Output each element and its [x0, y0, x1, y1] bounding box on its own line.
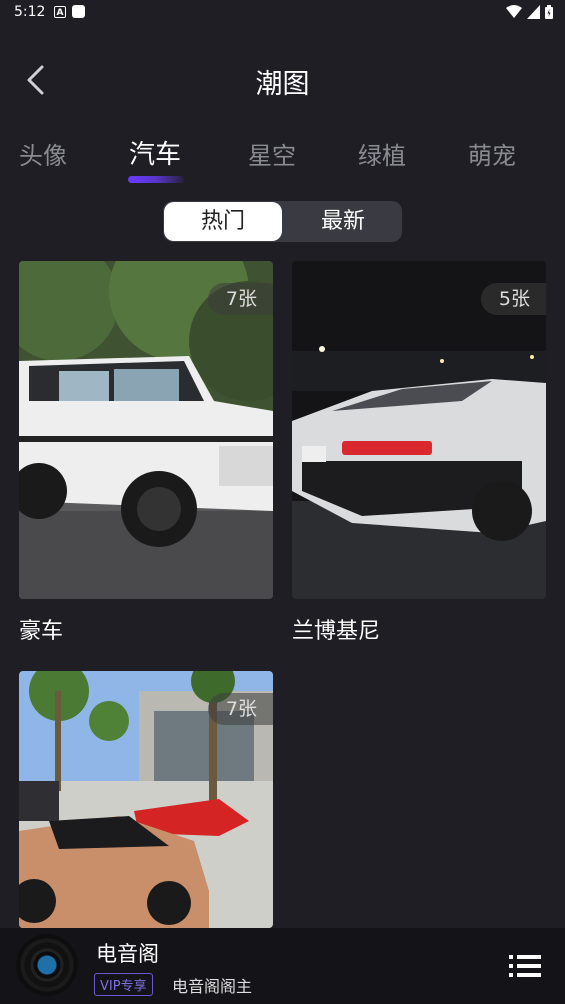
photo-count-badge: 5张 [480, 283, 546, 315]
status-bar: 5:12 A [0, 0, 565, 26]
category-tabs: 头像 汽车 星空 绿植 萌宠 [0, 136, 565, 192]
notification-a-icon: A [54, 6, 66, 18]
tab-pets[interactable]: 萌宠 [468, 136, 516, 171]
status-icons [506, 5, 553, 19]
photo-count-badge: 7张 [207, 283, 273, 315]
wifi-icon [506, 5, 522, 18]
playlist-icon[interactable] [509, 952, 541, 980]
segment-hot[interactable]: 热门 [164, 202, 282, 241]
app-header: 潮图 [0, 50, 565, 110]
tab-cars[interactable]: 汽车 [129, 134, 181, 171]
tab-starry-sky[interactable]: 星空 [248, 136, 296, 171]
album-title: 豪车 [19, 619, 64, 644]
song-title: 电音阁 [96, 942, 159, 966]
page-title: 潮图 [255, 69, 310, 100]
vinyl-disc-icon[interactable] [16, 934, 78, 996]
vip-badge: VIP专享 [94, 973, 153, 996]
album-title: 兰博基尼 [292, 619, 381, 644]
album-card-lamborghini[interactable]: 5张 兰博基尼 [292, 261, 546, 651]
album-card-luxury-car[interactable]: 7张 豪车 [19, 261, 273, 651]
active-tab-indicator [128, 176, 184, 183]
sort-segmented-control: 热门 最新 [163, 201, 402, 242]
mini-player[interactable]: 电音阁 VIP专享 电音阁阁主 [0, 928, 565, 1004]
photo-count-badge: 7张 [207, 693, 273, 725]
segment-latest[interactable]: 最新 [284, 201, 402, 242]
tab-plants[interactable]: 绿植 [358, 136, 406, 171]
artist-name: 电音阁阁主 [172, 977, 253, 996]
signal-icon [527, 5, 540, 19]
notification-app-icon [72, 5, 85, 18]
tab-avatar[interactable]: 头像 [19, 136, 67, 171]
battery-icon [545, 5, 553, 19]
album-card-supercars[interactable]: 7张 [19, 671, 273, 928]
status-time: 5:12 [14, 4, 46, 20]
